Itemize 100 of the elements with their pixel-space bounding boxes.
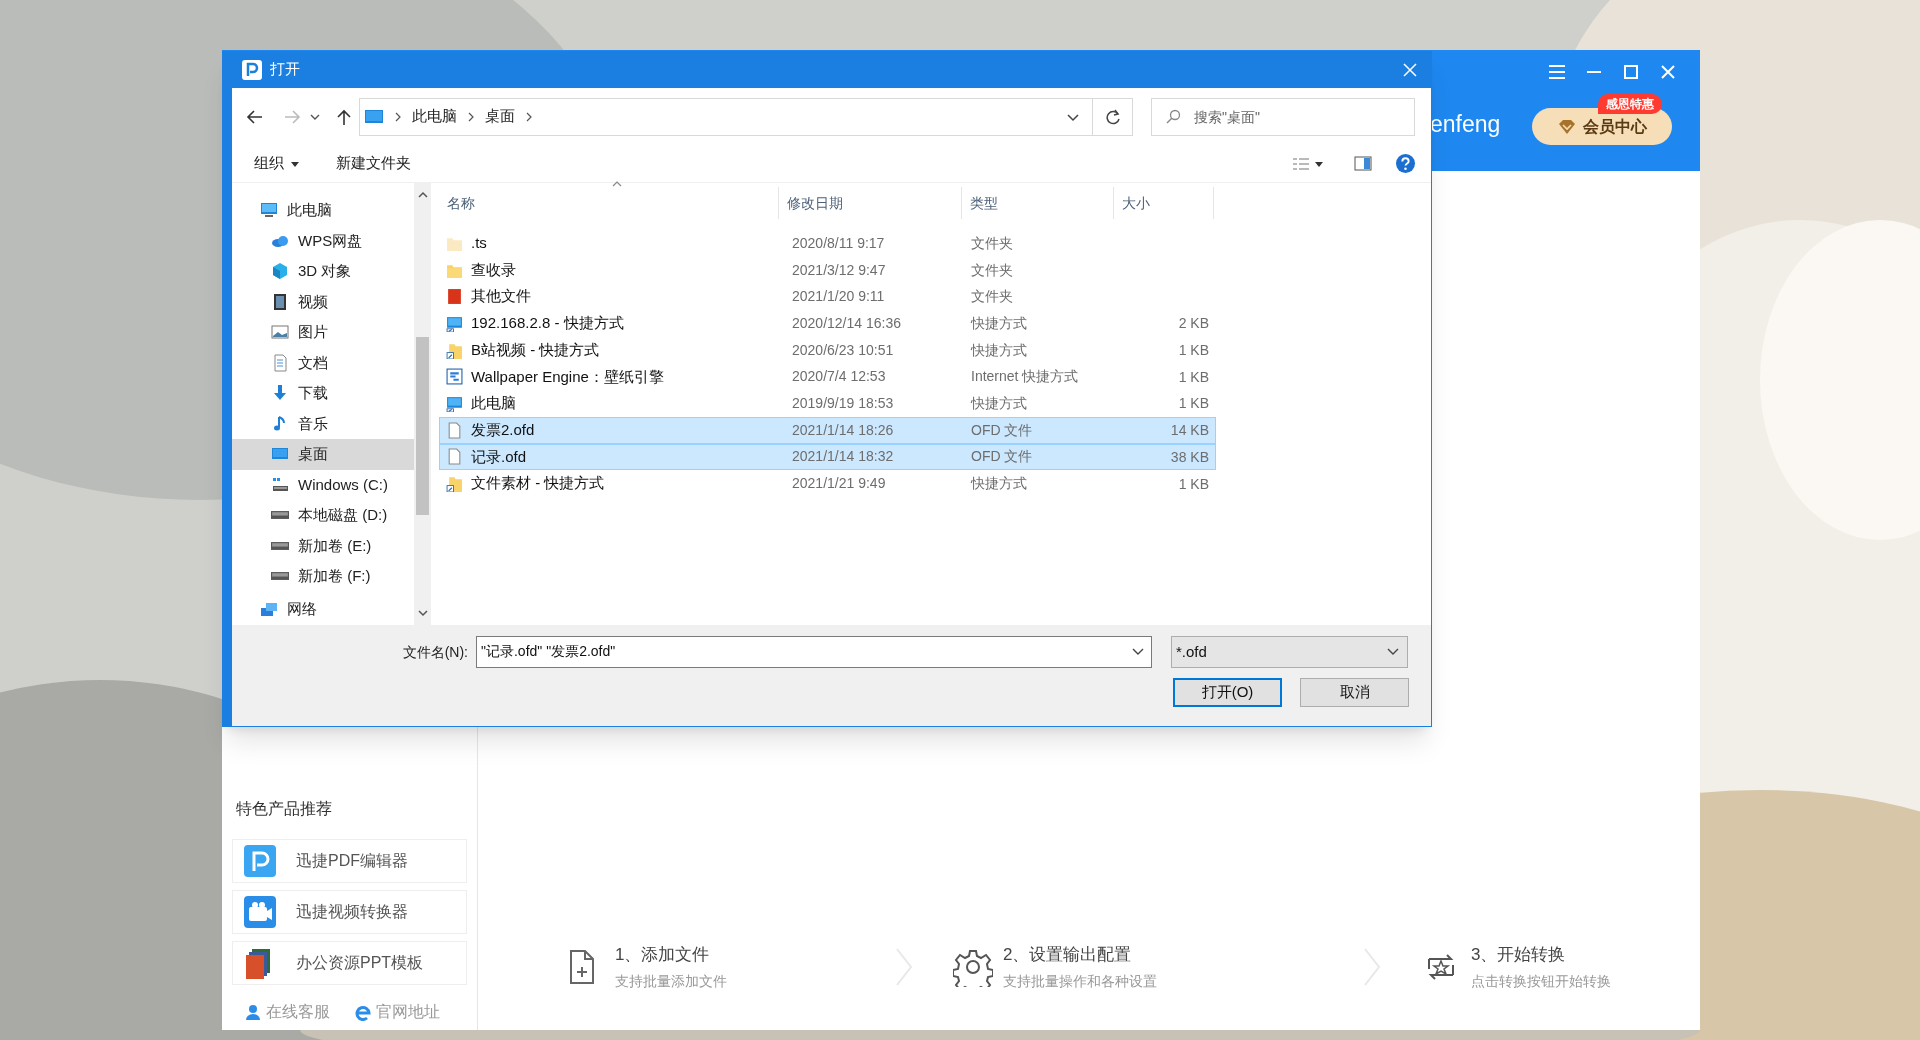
- refresh-icon[interactable]: [1104, 108, 1121, 125]
- help-icon[interactable]: [1396, 154, 1415, 173]
- scroll-up-icon[interactable]: [417, 191, 428, 199]
- breadcrumb-item[interactable]: 此电脑: [412, 105, 457, 128]
- file-type: 文件夹: [970, 233, 1014, 253]
- nav-item[interactable]: 网络: [232, 593, 414, 624]
- column-header[interactable]: 类型: [962, 187, 1114, 219]
- scroll-thumb[interactable]: [416, 337, 429, 515]
- scroll-down-icon[interactable]: [417, 609, 428, 617]
- file-type: 快捷方式: [969, 474, 1028, 494]
- nav-item[interactable]: 本地磁盘 (D:): [232, 500, 414, 531]
- column-header[interactable]: 名称: [439, 187, 779, 219]
- file-icon: [446, 448, 463, 466]
- file-row[interactable]: B站视频 - 快捷方式 2020/6/23 10:51 快捷方式 1 KB: [439, 336, 1216, 364]
- nav-item[interactable]: 新加卷 (E:): [232, 530, 414, 561]
- file-type-dropdown[interactable]: *.ofd: [1171, 636, 1408, 668]
- file-type: 快捷方式: [969, 313, 1028, 333]
- address-bar[interactable]: 此电脑 桌面: [359, 97, 1133, 136]
- chevron-icon: [467, 111, 475, 122]
- file-name: 192.168.2.8 - 快捷方式: [471, 313, 624, 334]
- sort-caret-icon: [612, 181, 622, 187]
- file-size: 1 KB: [1178, 395, 1209, 412]
- close-icon[interactable]: [1659, 63, 1677, 81]
- column-header[interactable]: 修改日期: [779, 187, 962, 219]
- file-row[interactable]: 文件素材 - 快捷方式 2021/1/21 9:49 快捷方式 1 KB: [439, 470, 1216, 497]
- file-date: 2020/6/23 10:51: [791, 340, 895, 360]
- file-name: 查收录: [471, 259, 516, 280]
- nav-item[interactable]: 音乐: [232, 408, 414, 439]
- folder-shortcut-icon: [446, 475, 463, 493]
- chevron-icon: [394, 111, 402, 122]
- preview-pane-icon[interactable]: [1354, 156, 1372, 171]
- file-row[interactable]: 记录.ofd 2021/1/14 18:32 OFD 文件 38 KB: [439, 443, 1216, 471]
- step-description: 点击转换按钮开始转换: [1471, 972, 1611, 991]
- file-row[interactable]: 发票2.ofd 2021/1/14 18:26 OFD 文件 14 KB: [439, 416, 1216, 444]
- dropdown-caret-icon[interactable]: [1132, 648, 1144, 656]
- person-icon: [244, 1003, 262, 1021]
- product-card[interactable]: 迅捷PDF编辑器: [232, 839, 467, 883]
- scrollbar[interactable]: [414, 183, 431, 625]
- file-row[interactable]: Wallpaper Engine：壁纸引擎 2020/7/4 12:53 Internet 快捷方式 1 KB: [439, 363, 1216, 391]
- menu-icon[interactable]: [1548, 63, 1566, 81]
- file-date: 2020/8/11 9:17: [791, 233, 886, 253]
- cube-icon: [271, 262, 289, 281]
- nav-item[interactable]: 新加卷 (F:): [232, 561, 414, 592]
- close-icon[interactable]: [1402, 61, 1418, 78]
- file-date: 2020/7/4 12:53: [791, 367, 887, 387]
- nav-item[interactable]: 3D 对象: [232, 256, 414, 287]
- user-name: enfeng: [1430, 113, 1501, 136]
- nav-item[interactable]: 下载: [232, 378, 414, 409]
- chevron-icon: [525, 111, 533, 122]
- nav-item[interactable]: 此电脑: [232, 195, 414, 226]
- file-date: 2019/9/19 18:53: [791, 393, 895, 413]
- view-options-icon[interactable]: [1292, 156, 1324, 171]
- nav-item[interactable]: Windows (C:): [232, 469, 414, 500]
- product-card[interactable]: 办公资源PPT模板: [232, 941, 467, 985]
- step-description: 支持批量添加文件: [615, 972, 727, 991]
- column-header[interactable]: 大小: [1114, 187, 1214, 219]
- file-row[interactable]: 查收录 2021/3/12 9:47 文件夹: [439, 256, 1216, 284]
- file-row[interactable]: 192.168.2.8 - 快捷方式 2020/12/14 16:36 快捷方式 2 KB: [439, 310, 1216, 337]
- file-type: 快捷方式: [969, 393, 1028, 413]
- filename-field[interactable]: "记录.ofd" "发票2.ofd": [476, 636, 1152, 668]
- file-size: 1 KB: [1178, 342, 1209, 359]
- nav-item[interactable]: 文档: [232, 347, 414, 378]
- file-name: 发票2.ofd: [471, 419, 535, 440]
- monitor-shortcut-icon: [446, 314, 463, 332]
- nav-item[interactable]: 图片: [232, 317, 414, 348]
- search-field[interactable]: 搜索"桌面": [1151, 97, 1415, 136]
- file-size: 38 KB: [1170, 448, 1209, 465]
- nav-item[interactable]: 视频: [232, 286, 414, 317]
- file-row[interactable]: 其他文件 2021/1/20 9:11 文件夹: [439, 283, 1216, 311]
- file-date: 2020/12/14 16:36: [791, 313, 902, 333]
- up-arrow-icon[interactable]: [335, 107, 353, 126]
- back-arrow-icon[interactable]: [246, 107, 264, 126]
- dropdown-caret-icon: [1387, 648, 1399, 656]
- toolbar-button[interactable]: 组织: [254, 152, 300, 175]
- nav-item[interactable]: WPS网盘: [232, 225, 414, 256]
- dialog-button[interactable]: 打开(O): [1173, 678, 1282, 707]
- maximize-icon[interactable]: [1622, 63, 1640, 81]
- dialog-button[interactable]: 取消: [1300, 678, 1409, 707]
- file-name: Wallpaper Engine：壁纸引擎: [471, 366, 664, 387]
- file-row[interactable]: .ts 2020/8/11 9:17 文件夹: [439, 230, 1216, 257]
- file-date: 2021/1/20 9:11: [791, 287, 886, 307]
- breadcrumb-item[interactable]: 桌面: [485, 105, 515, 128]
- video-camera-app-icon: [244, 896, 276, 928]
- file-size: 2 KB: [1178, 315, 1209, 332]
- file-size: 1 KB: [1178, 368, 1209, 385]
- toolbar-button[interactable]: 新建文件夹: [336, 152, 411, 175]
- file-row[interactable]: 此电脑 2019/9/19 18:53 快捷方式 1 KB: [439, 390, 1216, 417]
- browser-icon: [354, 1003, 372, 1021]
- file-size: 14 KB: [1170, 422, 1209, 439]
- file-name: 记录.ofd: [471, 446, 527, 467]
- file-type: Internet 快捷方式: [970, 367, 1080, 387]
- drive-icon: [271, 511, 289, 520]
- product-card[interactable]: 迅捷视频转换器: [232, 890, 467, 934]
- file-type: 文件夹: [970, 260, 1014, 280]
- file-icon: [446, 421, 463, 439]
- nav-item[interactable]: 桌面: [232, 439, 414, 470]
- drive-icon: [271, 572, 289, 581]
- image-icon: [271, 323, 289, 342]
- step-title: 3、开始转换: [1471, 943, 1567, 966]
- pdf-app-icon: [244, 845, 276, 877]
